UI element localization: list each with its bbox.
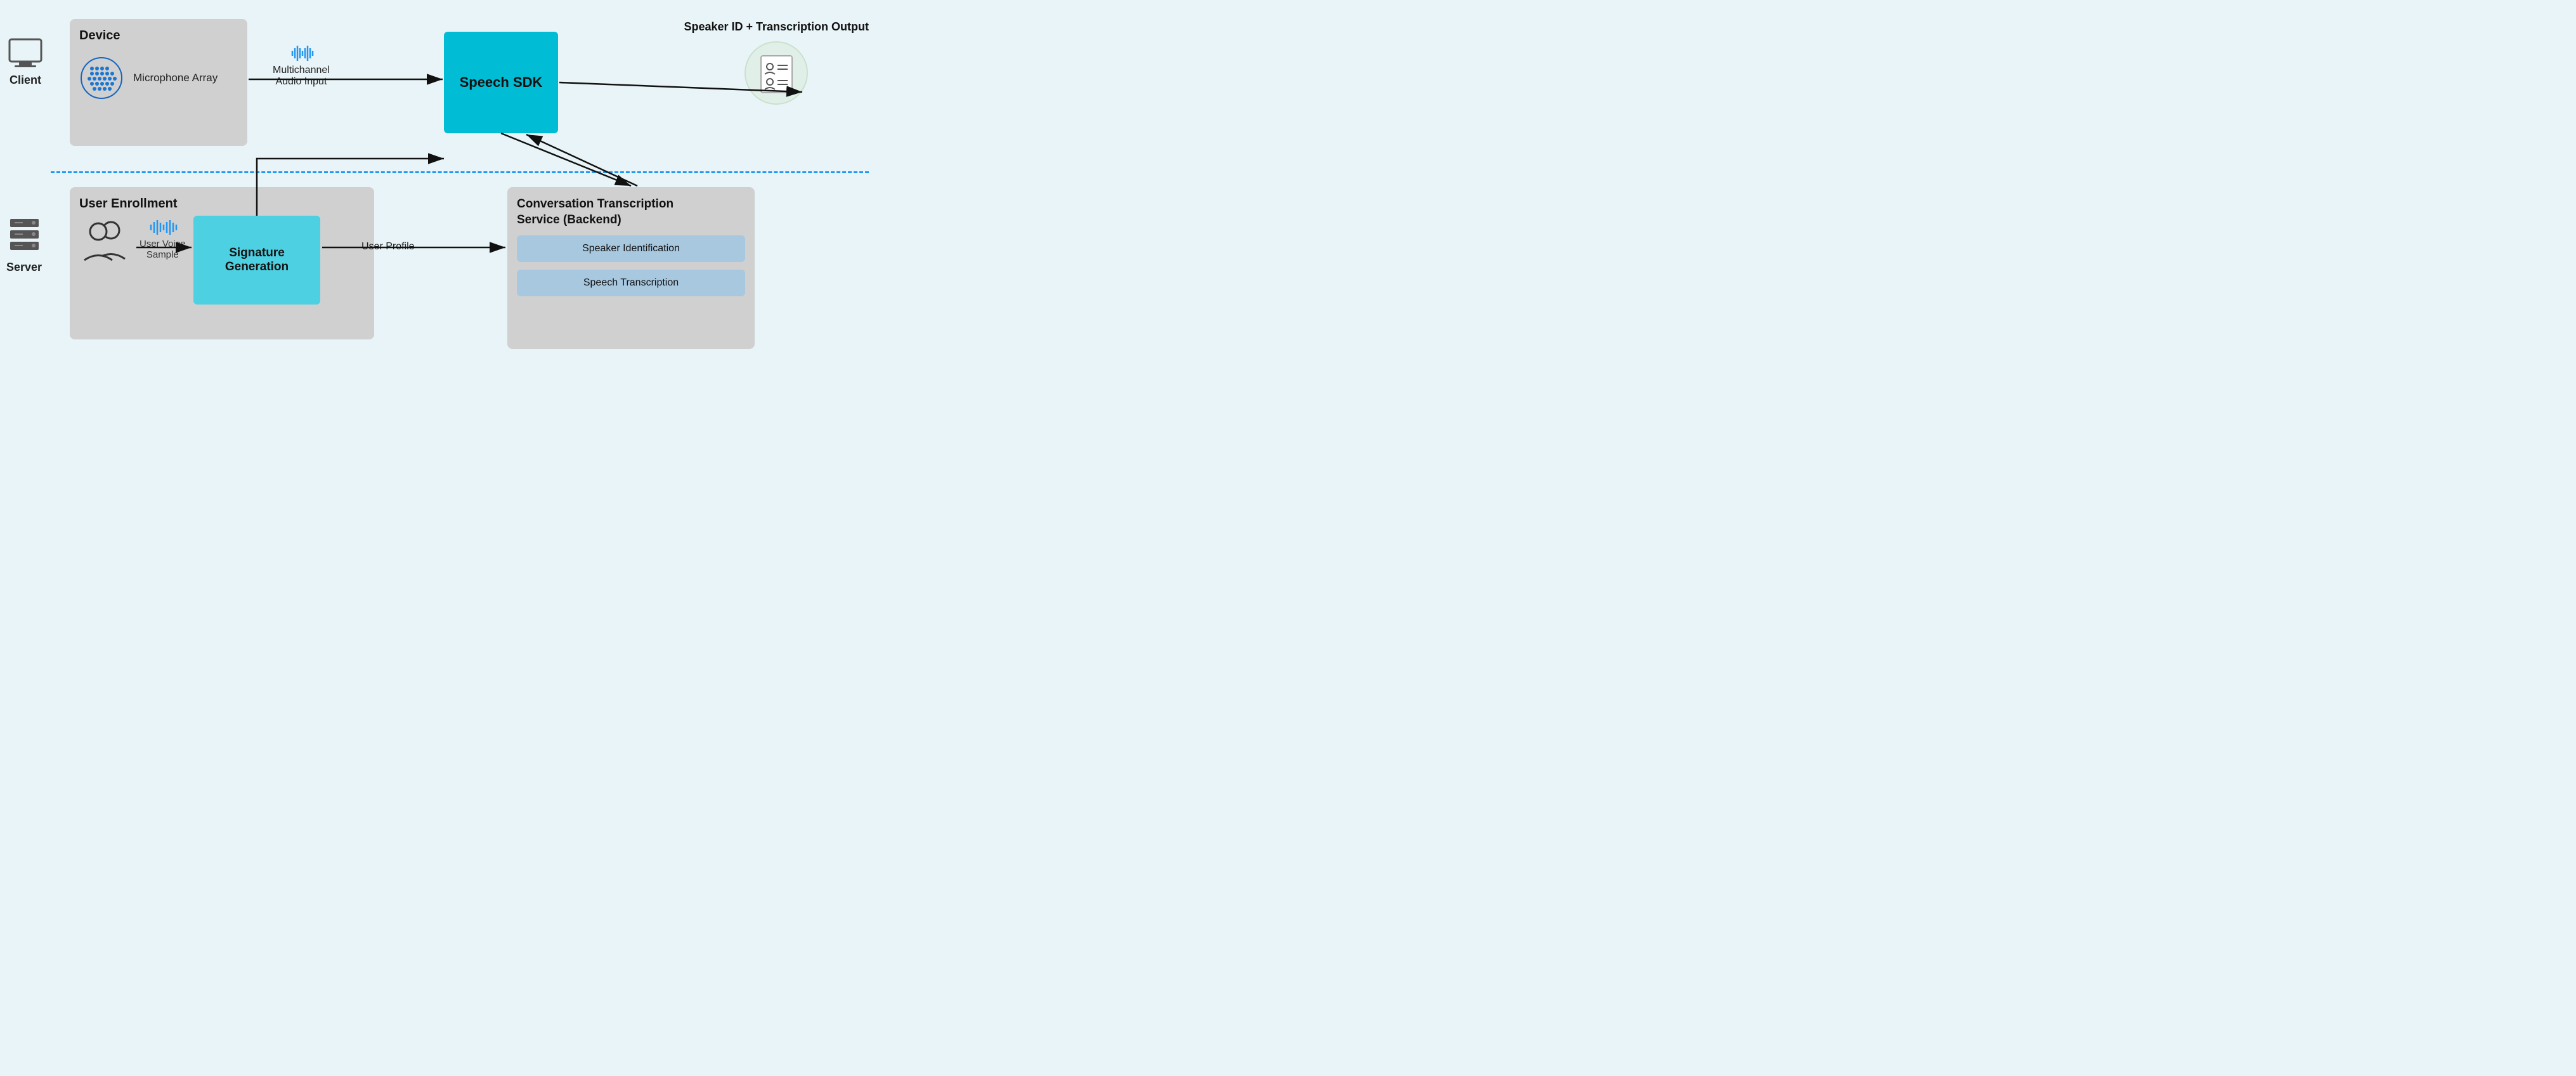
audio-input-area: MultichannelAudio Input (273, 44, 330, 88)
audio-wave-icon (289, 44, 314, 62)
client-section: Client (6, 38, 44, 87)
audio-input-label: MultichannelAudio Input (273, 65, 330, 87)
microphone-array-label: Microphone Array (133, 71, 218, 85)
monitor-icon (6, 38, 44, 70)
speaker-identification-box: Speaker Identification (517, 235, 745, 262)
server-label: Server (6, 261, 42, 273)
output-area: Speaker ID + Transcription Output (684, 19, 869, 105)
microphone-array-icon (79, 56, 124, 100)
mic-content: Microphone Array (79, 56, 238, 100)
divider-line (51, 171, 869, 173)
signature-generation-box: Signature Generation (193, 216, 320, 305)
signature-generation-label: Signature Generation (193, 240, 320, 280)
voice-wave-icon (146, 220, 178, 235)
server-section: Server (6, 216, 42, 274)
cts-title: Conversation TranscriptionService (Backe… (517, 197, 745, 228)
server-icon (7, 216, 42, 257)
user-profile-label: User Profile (361, 241, 415, 253)
speech-transcription-box: Speech Transcription (517, 270, 745, 296)
device-title: Device (79, 29, 238, 43)
cts-box: Conversation TranscriptionService (Backe… (507, 187, 755, 349)
output-title: Speaker ID + Transcription Output (684, 19, 869, 35)
voice-arrow-area: User VoiceSample (140, 220, 186, 260)
users-icon (79, 218, 130, 262)
voice-sample-label: User VoiceSample (140, 239, 186, 260)
speech-sdk-label: Speech SDK (460, 74, 543, 91)
device-box: Device Microphone Array (70, 19, 247, 146)
speech-sdk-box: Speech SDK (444, 32, 558, 133)
client-label: Client (10, 74, 41, 86)
enrollment-title: User Enrollment (79, 197, 365, 211)
diagram-container: Client Server Device (0, 0, 888, 368)
document-people-icon (756, 53, 797, 94)
output-icon (745, 41, 808, 105)
